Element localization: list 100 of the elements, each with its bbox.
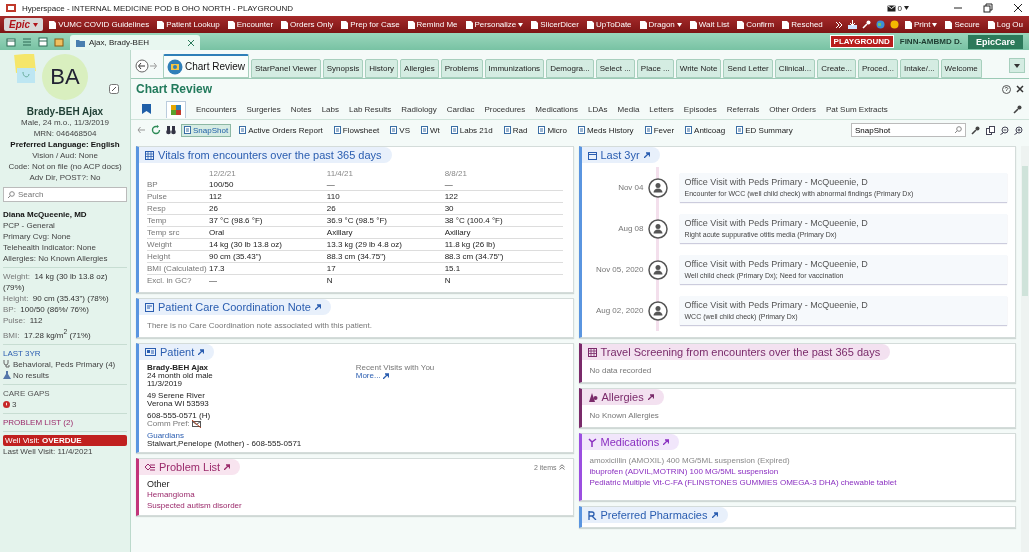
chart-tab[interactable]: Surgeries [246, 102, 281, 116]
window-icon[interactable] [38, 36, 48, 47]
chart-tab[interactable]: Encounters [196, 102, 237, 116]
activity-tab[interactable]: Intake/... [899, 59, 939, 78]
collapse-icon[interactable] [558, 464, 565, 470]
toolbar-button[interactable]: Prep for Case [339, 20, 402, 29]
copy-icon[interactable] [986, 125, 995, 135]
toolbar-button[interactable]: UpToDate [585, 20, 634, 29]
activity-tab[interactable]: Write Note [675, 59, 722, 78]
chart-tab[interactable]: Radiology [401, 102, 437, 116]
problem-entry[interactable]: Suspected autism disorder [139, 500, 573, 511]
toolbar-button[interactable]: SlicerDicer [529, 20, 581, 29]
chart-tab[interactable]: Letters [649, 102, 674, 116]
card-title[interactable]: Patient Care Coordination Note [139, 299, 331, 315]
toolbar-button[interactable]: Encounter [225, 20, 276, 29]
report-button[interactable]: Flowsheet [330, 123, 383, 137]
toolbar-button[interactable]: VUMC COVID Guidelines [47, 20, 152, 29]
grid-tab[interactable] [166, 100, 186, 118]
report-button[interactable]: VS [387, 123, 413, 137]
activity-tab[interactable]: Select ... [595, 59, 635, 78]
chart-tab[interactable]: Notes [290, 102, 312, 116]
guardians-link[interactable]: Guardians [147, 432, 356, 440]
card-title[interactable]: Preferred Pharmacies [581, 507, 728, 523]
chart-tab[interactable]: Medications [535, 102, 578, 116]
edit-icon[interactable] [109, 84, 119, 94]
report-button[interactable]: ED Summary [733, 123, 796, 137]
problem-entry[interactable]: Hemangioma [139, 489, 573, 500]
zoom-out-icon[interactable] [1000, 125, 1009, 135]
chart-tab[interactable]: Cardiac [446, 102, 475, 116]
chart-tab[interactable]: Referrals [726, 102, 760, 116]
toolbar-button[interactable]: Secure [943, 20, 982, 29]
toolbar-button[interactable]: Wait List [687, 20, 732, 29]
restore-icon[interactable] [983, 3, 993, 13]
toolbar-button[interactable]: Resched [780, 20, 825, 29]
activity-tab[interactable]: Allergies [400, 59, 439, 78]
activity-tab[interactable]: Place ... [636, 59, 674, 78]
chart-tab[interactable]: Media [617, 102, 640, 116]
care-gap-count[interactable]: 3 [12, 398, 17, 410]
wrench-icon[interactable] [861, 20, 871, 29]
chart-tab[interactable]: Labs [321, 102, 339, 116]
toolbar-button[interactable]: Patient Lookup [155, 20, 222, 29]
activity-tab[interactable]: StarPanel Viewer [251, 59, 321, 78]
toolbar-button[interactable]: Log Ou [985, 20, 1025, 29]
scrollbar[interactable] [1021, 146, 1029, 552]
activity-tab[interactable]: Proced... [857, 59, 898, 78]
card-title[interactable]: Patient [139, 344, 215, 360]
mail-button[interactable]: 0 [886, 3, 909, 13]
report-button[interactable]: Labs 21d [447, 123, 496, 137]
card-title[interactable]: Problem List [139, 459, 241, 475]
toolbar-button[interactable]: Personalize [463, 20, 526, 29]
chart-tab[interactable]: Procedures [484, 102, 526, 116]
activity-tab[interactable]: Immunizations [484, 59, 545, 78]
report-button[interactable]: Anticoag [682, 123, 729, 137]
toolbar-button[interactable]: Confirm [735, 20, 777, 29]
results-summary[interactable]: No results [13, 369, 49, 381]
medication-entry[interactable]: Pediatric Multiple Vit-C-FA (FLINSTONES GUMMIES OMEGA-3 DHA) chewable tablet [589, 477, 1007, 488]
more-link[interactable]: More... [355, 372, 381, 380]
activity-tab[interactable]: Demogra... [546, 59, 594, 78]
chart-tab[interactable]: Episodes [683, 102, 717, 116]
report-button[interactable]: Wt [418, 123, 443, 137]
card-title[interactable]: Vitals from encounters over the past 365 days [139, 147, 392, 163]
report-search-field[interactable]: SnapShot [851, 123, 966, 137]
toolbar-button[interactable]: Dragon [637, 20, 684, 29]
activity-tab[interactable]: Welcome [940, 59, 982, 78]
report-button[interactable]: Active Orders Report [236, 123, 326, 137]
binoculars-icon[interactable] [166, 125, 176, 135]
activity-tab[interactable]: Problems [440, 59, 483, 78]
help-icon[interactable] [1002, 84, 1011, 94]
wrench-icon[interactable] [971, 125, 981, 135]
report-button[interactable]: Micro [535, 123, 570, 137]
calendar-icon[interactable] [6, 36, 16, 47]
chart-tab[interactable]: Other Orders [769, 102, 816, 116]
section-heading[interactable]: PROBLEM LIST (2) [3, 416, 127, 428]
close-icon[interactable] [1013, 3, 1023, 13]
more-tabs-button[interactable] [1009, 58, 1025, 73]
patient-tab[interactable]: Ajax, Brady-BEH [70, 35, 200, 50]
activity-tab[interactable]: Synopsis [322, 59, 364, 78]
toolbar-button[interactable]: Print [902, 20, 940, 29]
chevron-icon[interactable] [834, 20, 843, 29]
activity-tab[interactable]: Create... [817, 59, 856, 78]
wrench-icon[interactable] [1013, 104, 1023, 114]
toolbar-button[interactable]: Orders Only [279, 20, 336, 29]
globe-icon[interactable] [875, 20, 885, 29]
report-button[interactable]: Meds History [574, 123, 637, 137]
search-field[interactable]: Search [3, 187, 127, 202]
card-title[interactable]: Last 3yr [581, 147, 660, 163]
refresh-icon[interactable] [151, 125, 161, 135]
toolbar-button[interactable]: Remind Me [405, 20, 460, 29]
card-title[interactable]: Medications [581, 434, 680, 450]
chart-tab[interactable]: Lab Results [349, 102, 392, 116]
card-title[interactable]: Allergies [581, 389, 664, 405]
card-title[interactable]: Travel Screening from encounters over the past 365 days [581, 344, 891, 360]
chart-tab[interactable]: LDAs [588, 102, 608, 116]
medication-entry[interactable]: amoxicillin (AMOXIL) 400 MG/5ML suspension (Expired) [589, 455, 1007, 466]
download-icon[interactable] [847, 20, 857, 29]
activity-tab[interactable]: Chart Review [163, 54, 250, 78]
chart-tab[interactable]: Pat Sum Extracts [825, 102, 888, 116]
back-forward-icon[interactable] [135, 58, 159, 73]
report-button[interactable]: Fever [641, 123, 678, 137]
circle-icon[interactable] [889, 20, 899, 29]
